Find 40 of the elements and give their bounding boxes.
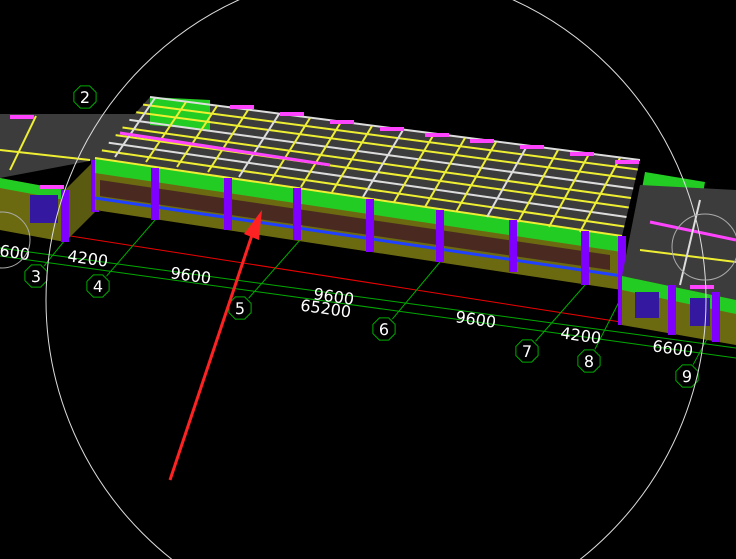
roof-unit (615, 160, 639, 164)
roof-unit (230, 105, 254, 109)
column (224, 178, 232, 230)
column (436, 210, 444, 262)
dimension-label: 4200 (66, 246, 110, 271)
column (668, 285, 676, 335)
dimension-label: 4200 (559, 323, 602, 348)
window (690, 298, 710, 326)
dimension-label: 9600 (169, 263, 212, 288)
roof-unit (520, 145, 544, 149)
axis-label: 8 (584, 352, 594, 371)
axis-label: 3 (30, 267, 42, 286)
axis-label: 6 (378, 320, 390, 339)
axis-label: 7 (522, 342, 532, 361)
axis-label: 4 (92, 277, 104, 296)
column (509, 220, 517, 272)
roof-unit (470, 139, 494, 143)
roof-unit (380, 127, 404, 131)
roof-unit (425, 133, 449, 137)
dimension-label: 6600 (651, 336, 694, 361)
roof-unit (570, 152, 594, 156)
column (581, 231, 589, 285)
window (635, 292, 659, 318)
column (61, 190, 69, 242)
roof-unit (690, 285, 714, 289)
axis-label: 5 (234, 299, 246, 318)
roof-unit (40, 185, 64, 189)
roof-unit (330, 120, 354, 124)
dimension-label: 9600 (454, 307, 498, 332)
column (151, 168, 159, 220)
column (293, 188, 301, 240)
parapet-wall (150, 97, 210, 130)
window (30, 195, 58, 223)
column (712, 292, 720, 342)
roof-unit (280, 112, 304, 116)
column (366, 199, 374, 252)
roof-unit (10, 115, 34, 119)
axis-label: 9 (682, 367, 692, 386)
dimension-label: 600 (0, 241, 32, 264)
axis-label: 2 (80, 88, 90, 107)
